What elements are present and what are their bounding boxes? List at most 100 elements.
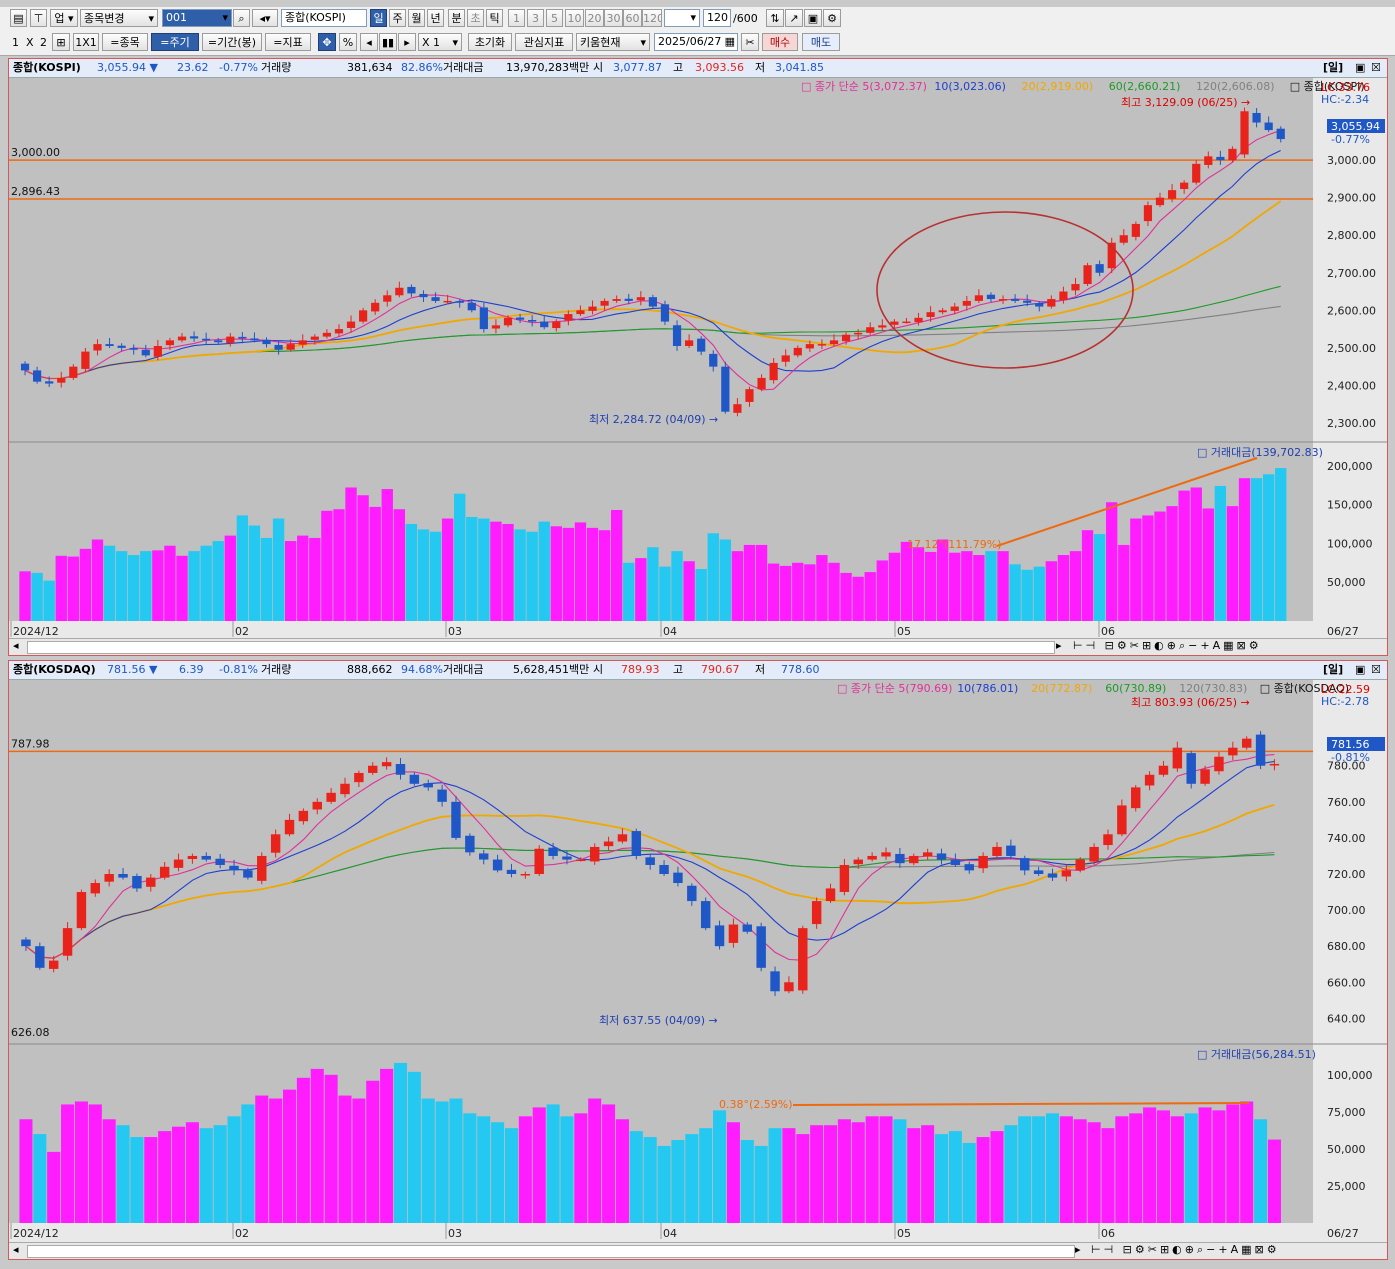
percent-button[interactable]: % [339,33,357,51]
tab-week[interactable]: 주 [389,9,406,27]
maximize-icon[interactable]: ▣ [1355,59,1365,77]
change-item-select[interactable]: 종목변경 ▾ [80,9,158,27]
save-icon[interactable]: ▣ [804,9,822,27]
date-label: 02 [235,1227,249,1240]
period-button[interactable]: =기간(봉) [202,33,262,51]
layout-1[interactable]: 1 [12,36,19,49]
gear-icon[interactable]: ⚙ [823,9,841,27]
volume-bar [130,1137,144,1223]
scroll-thumb[interactable] [27,641,1055,654]
maximize-icon[interactable]: ▣ [1355,661,1365,679]
kiwoom-current-select[interactable]: 키움현재 ▾ [576,33,650,51]
sell-button[interactable]: 매도 [802,33,840,51]
candle-body [1252,112,1261,123]
num-tab-5[interactable]: 5 [546,9,563,27]
item-name-field[interactable]: 종합(KOSPI) [281,9,367,27]
pause-icon[interactable]: ▮▮ [379,33,397,51]
custom-period-input[interactable]: ▾ [664,9,700,27]
buy-button[interactable]: 매수 [762,33,798,51]
num-tab-3[interactable]: 3 [527,9,544,27]
tab-minute[interactable]: 분 [448,9,465,27]
volume-bar [115,551,128,621]
volume-bar [421,1098,435,1223]
volume-bar [934,1134,949,1223]
num-tab-20[interactable]: 20 [585,9,604,27]
volume-bar [380,1068,394,1223]
scroll-left-icon[interactable]: ◂ [13,639,19,652]
chart-tools-icon[interactable]: ⊢⊣ ⊟⚙✂⊞◐⊕⌕−+A▦⊠⚙ [1073,639,1262,653]
market-select[interactable]: 업 ▾ [50,9,78,27]
volume-bar [1262,474,1275,621]
volume-bar [1081,530,1094,621]
volume-bar [602,1104,616,1223]
compare-icon[interactable]: ⇅ [766,9,784,27]
prev-icon[interactable]: ◂ [360,33,378,51]
volume-bar [405,523,418,621]
crosshair-icon[interactable]: ✥ [318,33,336,51]
pin-icon[interactable]: ⊤ [30,9,47,27]
candle-body [1117,805,1127,835]
num-tab-120[interactable]: 120 [642,9,662,27]
volume-bar [740,1140,754,1223]
trendline-label: 0.38°(2.59%) [719,1098,793,1111]
kosdaq-chart-svg[interactable]: 780.00760.00740.00720.00700.00680.00660.… [9,680,1387,1242]
kosdaq-scrollbar[interactable]: ◂ ▸ ⊢⊣ ⊟⚙✂⊞◐⊕⌕−+A▦⊠⚙ [9,1242,1387,1259]
ma-legend-item: 10(786.01) [957,682,1018,695]
candle-body [503,317,513,326]
date-input[interactable]: 2025/06/27 ▦ [654,33,738,51]
scroll-right-icon[interactable]: ▸ [1056,639,1062,652]
volume-bar [900,541,913,621]
candle-body [1167,190,1177,199]
trend-icon[interactable]: ↗ [785,9,803,27]
num-tab-60[interactable]: 60 [623,9,642,27]
candle-body [1204,156,1213,165]
volume-bar [272,518,285,621]
num-tab-1[interactable]: 1 [508,9,525,27]
kospi-chart-svg[interactable]: 3,000.00 2,900.00 2,800.00 2,700.00 2,600.00… [9,78,1387,638]
volume-bar [1032,1116,1046,1223]
close-icon[interactable]: ☒ [1371,59,1381,77]
candle-body [1095,264,1104,273]
candle-body [853,859,863,865]
num-tab-30[interactable]: 30 [604,9,623,27]
layout-x[interactable]: X [26,36,34,49]
scroll-right-icon[interactable]: ▸ [1075,1243,1081,1256]
layout-1x1-button[interactable]: 1X1 [73,33,99,51]
kospi-scrollbar[interactable]: ◂ ▸ ⊢⊣ ⊟⚙✂⊞◐⊕⌕−+A▦⊠⚙ [9,638,1387,655]
code-input[interactable]: 001 ▾ [162,9,232,27]
price-tick-label: 660.00 [1327,976,1366,989]
volume-bar [309,537,321,621]
tab-year[interactable]: 년 [427,9,444,27]
num-tab-10[interactable]: 10 [565,9,584,27]
period-tag: [일] [1323,663,1344,676]
indicator-button[interactable]: =지표 [265,33,311,51]
candle-body [756,926,766,968]
scroll-thumb[interactable] [27,1245,1075,1258]
candle-body [104,874,114,882]
scroll-left-icon[interactable]: ◂ [13,1243,19,1256]
layout-2[interactable]: 2 [40,36,47,49]
scissors-icon[interactable]: ✂ [741,33,759,51]
search-icon[interactable]: ⌕ [233,9,250,27]
window-icon[interactable]: ▤ [10,9,27,27]
tab-month[interactable]: 월 [408,9,425,27]
grid-icon[interactable]: ⊞ [52,33,70,51]
count-input[interactable]: 120 [703,9,731,27]
next-icon[interactable]: ▸ [398,33,416,51]
volume-bar [1045,561,1058,621]
tab-second[interactable]: 초 [467,9,484,27]
speaker-icon[interactable]: ◂▾ [252,9,278,27]
candle-body [455,301,464,303]
multiplier-select[interactable]: X 1 ▾ [418,33,462,51]
tab-tick[interactable]: 틱 [486,9,503,27]
watch-indicator-button[interactable]: 관심지표 [515,33,573,51]
close-icon[interactable]: ☒ [1371,661,1381,679]
reset-button[interactable]: 초기화 [468,33,512,51]
cycle-button[interactable]: =주기 [151,33,199,51]
item-button[interactable]: =종목 [102,33,148,51]
price-tick-label: 2,500.00 [1327,342,1376,355]
chart-tools-icon[interactable]: ⊢⊣ ⊟⚙✂⊞◐⊕⌕−+A▦⊠⚙ [1091,1243,1280,1257]
volume-bar [1143,1107,1157,1223]
last-date-label: 06/27 [1327,1227,1359,1240]
tab-day[interactable]: 일 [370,9,387,27]
